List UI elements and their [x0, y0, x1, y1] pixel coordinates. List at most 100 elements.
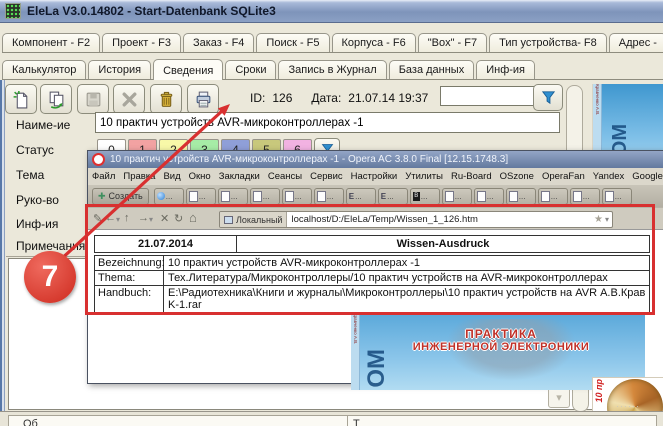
up-button[interactable]: ↑: [124, 212, 130, 224]
browser-tab[interactable]: E...: [377, 187, 408, 205]
tab-proekt[interactable]: Проект - F3: [102, 33, 181, 52]
splitter-handle-top[interactable]: [566, 85, 583, 159]
tab-baza-dannyh[interactable]: База данных: [388, 60, 475, 79]
id-value: 126: [272, 91, 293, 105]
tab-sroki[interactable]: Сроки: [225, 60, 277, 79]
printout-title: Wissen-Ausdruck: [237, 235, 650, 253]
reload-button[interactable]: ↻: [174, 212, 183, 225]
page-icon: [220, 190, 230, 202]
tab-istoriya[interactable]: История: [88, 60, 152, 79]
save-record-button-disabled[interactable]: [77, 84, 109, 114]
delete-record-button-disabled[interactable]: [113, 84, 145, 114]
page-icon: [284, 190, 294, 202]
filter-input[interactable]: [440, 86, 536, 106]
tab-svedeniya-active[interactable]: Сведения: [153, 59, 224, 80]
elela-window: EleLa V3.0.14802 - Start-Datenbank SQLit…: [0, 0, 663, 426]
browser-tab[interactable]: B...: [409, 187, 440, 205]
home-button[interactable]: ⌂: [189, 210, 197, 225]
address-field: Локальный ★ ▾: [219, 211, 613, 228]
printout-header-row: 21.07.2014 Wissen-Ausdruck: [94, 235, 650, 253]
forward-dropdown-icon[interactable]: ▾: [149, 215, 153, 224]
tab-zapis-v-zhurnal[interactable]: Запись в Журнал: [278, 60, 387, 79]
menu-servis[interactable]: Сервис: [306, 171, 347, 182]
scroll-down-button[interactable]: ▾: [548, 387, 570, 408]
browser-tab[interactable]: ...: [281, 187, 312, 205]
globe-icon: [156, 192, 165, 200]
local-site-chip[interactable]: Локальный: [220, 212, 288, 227]
delete-x-icon: [122, 92, 136, 106]
monitor-icon: [224, 215, 233, 224]
topic-label: Тема: [16, 168, 45, 182]
tab-inf-iya[interactable]: Инф-ия: [476, 60, 536, 79]
menu-vid[interactable]: Вид: [159, 171, 184, 182]
menu-google[interactable]: Google: [628, 171, 663, 182]
date-value: 21.07.14 19:37: [348, 91, 429, 105]
tab-korpusa[interactable]: Корпуса - F6: [331, 33, 416, 52]
menu-fayl[interactable]: Файл: [88, 171, 119, 182]
book-spine-text: Кравченко А.В.: [353, 313, 358, 345]
browser-tab[interactable]: ...: [441, 187, 472, 205]
tab-tip-ustroystva[interactable]: Тип устройства- F8: [489, 33, 607, 52]
tab-box[interactable]: "Box" - F7: [417, 33, 488, 52]
table-row: Thema: Тех.Литература/Микроконтроллеры/1…: [94, 270, 650, 286]
browser-tab[interactable]: ...: [473, 187, 504, 205]
browser-tab[interactable]: ...: [569, 187, 600, 205]
browser-tab[interactable]: ...: [601, 187, 632, 205]
menu-nastroyki[interactable]: Настройки: [347, 171, 402, 182]
opera-tab-bar: ✚ Создать ... ... ... ... ... ... E... E…: [88, 185, 663, 207]
browser-tab[interactable]: E...: [345, 187, 376, 205]
menu-utility[interactable]: Утилиты: [401, 171, 447, 182]
stop-button[interactable]: ✕: [160, 212, 169, 225]
resize-grip-dots: ······: [616, 401, 640, 411]
menu-operafan[interactable]: OperaFan: [538, 171, 589, 182]
name-input[interactable]: [95, 112, 560, 133]
copy-record-button[interactable]: [40, 84, 72, 114]
book-spine: Кравченко А.В.: [593, 84, 602, 160]
browser-tab[interactable]: ...: [217, 187, 248, 205]
annotation-step-badge: 7: [24, 251, 76, 303]
printout-date: 21.07.2014: [94, 235, 237, 253]
browser-tab[interactable]: ...: [153, 187, 184, 205]
tab-poisk[interactable]: Поиск - F5: [256, 33, 330, 52]
filter-button[interactable]: [533, 84, 563, 111]
letter-e-icon: E: [380, 191, 387, 201]
menu-zakladki[interactable]: Закладки: [215, 171, 264, 182]
print-button[interactable]: [187, 84, 219, 114]
menu-okno[interactable]: Окно: [185, 171, 215, 182]
tab-adres[interactable]: Адрес -: [608, 33, 663, 52]
opera-address-bar: ✎ ← ▾ ↑ → ▾ ✕ ↻ ⌂ Локальный ★ ▾: [88, 207, 663, 230]
id-label: ID:: [250, 91, 266, 105]
menu-oszone[interactable]: OSzone: [496, 171, 538, 182]
archive-record-button[interactable]: [150, 84, 182, 114]
add-record-button[interactable]: [5, 84, 37, 114]
main-tab-bar: Компонент - F2 Проект - F3 Заказ - F4 По…: [2, 24, 663, 53]
browser-tab[interactable]: ...: [537, 187, 568, 205]
grid-divider: [347, 416, 348, 426]
wissen-printout: 21.07.2014 Wissen-Ausdruck Bezeichnung: …: [94, 235, 650, 313]
tab-komponent[interactable]: Компонент - F2: [2, 33, 101, 52]
printer-icon: [196, 91, 210, 107]
tab-zakaz[interactable]: Заказ - F4: [182, 33, 255, 52]
browser-tab[interactable]: ...: [249, 187, 280, 205]
back-button[interactable]: ←: [105, 212, 116, 224]
bookmark-star-icon[interactable]: ★: [594, 214, 603, 225]
menu-pravka[interactable]: Правка: [119, 171, 159, 182]
url-input[interactable]: [287, 214, 595, 225]
menu-yandex[interactable]: Yandex: [589, 171, 629, 182]
manual-label: Руко-во: [16, 193, 59, 207]
tab-kalkulyator[interactable]: Калькулятор: [2, 60, 87, 79]
browser-tab[interactable]: ...: [185, 187, 216, 205]
plus-icon: ✚: [98, 190, 106, 201]
new-tab-button[interactable]: ✚ Создать: [92, 187, 149, 205]
page-icon: [572, 190, 582, 202]
forward-button[interactable]: →: [138, 212, 149, 224]
status-label: Статус: [16, 143, 54, 157]
page-icon: [604, 190, 614, 202]
menu-ru-board[interactable]: Ru-Board: [447, 171, 496, 182]
browser-tab[interactable]: ...: [505, 187, 536, 205]
browser-tab[interactable]: ...: [313, 187, 344, 205]
address-dropdown-icon[interactable]: ▾: [605, 215, 609, 224]
menu-seansy[interactable]: Сеансы: [264, 171, 306, 182]
pencil-icon[interactable]: ✎: [93, 212, 102, 225]
back-dropdown-icon[interactable]: ▾: [116, 215, 120, 224]
